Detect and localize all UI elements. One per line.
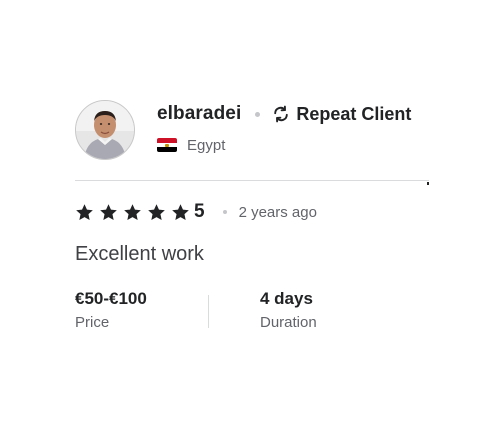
star-rating [75,203,194,222]
duration-value: 4 days [260,289,313,308]
reviewer-identity: elbaradei Repeat Client Egypt [157,100,411,155]
star-icon [171,203,190,222]
reviewer-username[interactable]: elbaradei [157,103,241,125]
price-label: Price [75,314,110,331]
repeat-icon [272,105,290,123]
reviewer-country: Egypt [187,136,226,154]
avatar-photo-icon [76,101,134,159]
meta-divider [208,295,209,328]
review-header: elbaradei Repeat Client Egypt [75,100,429,162]
star-icon [99,203,118,222]
rating-value: 5 [194,201,205,222]
star-icon [123,203,142,222]
review-card: elbaradei Repeat Client Egypt 5 2 years … [75,100,429,331]
repeat-client-badge: Repeat Client [296,103,412,124]
review-text: Excellent work [75,243,204,265]
review-meta: €50-€100 Price 4 days Duration [75,289,429,333]
rating-row: 5 2 years ago [75,201,317,223]
price-value: €50-€100 [75,289,147,308]
name-row: elbaradei Repeat Client [157,102,411,126]
egypt-flag-icon [157,138,177,152]
separator-dot [255,111,261,117]
duration-label: Duration [260,314,317,331]
avatar[interactable] [75,100,135,160]
duration-info: 4 days Duration [260,289,317,331]
star-icon [75,203,94,222]
separator-dot [222,210,227,214]
star-icon [147,203,166,222]
review-time-ago: 2 years ago [238,203,317,221]
country-row: Egypt [157,135,411,155]
price-info: €50-€100 Price [75,289,147,331]
divider-marker [427,182,429,185]
header-divider [75,180,429,181]
